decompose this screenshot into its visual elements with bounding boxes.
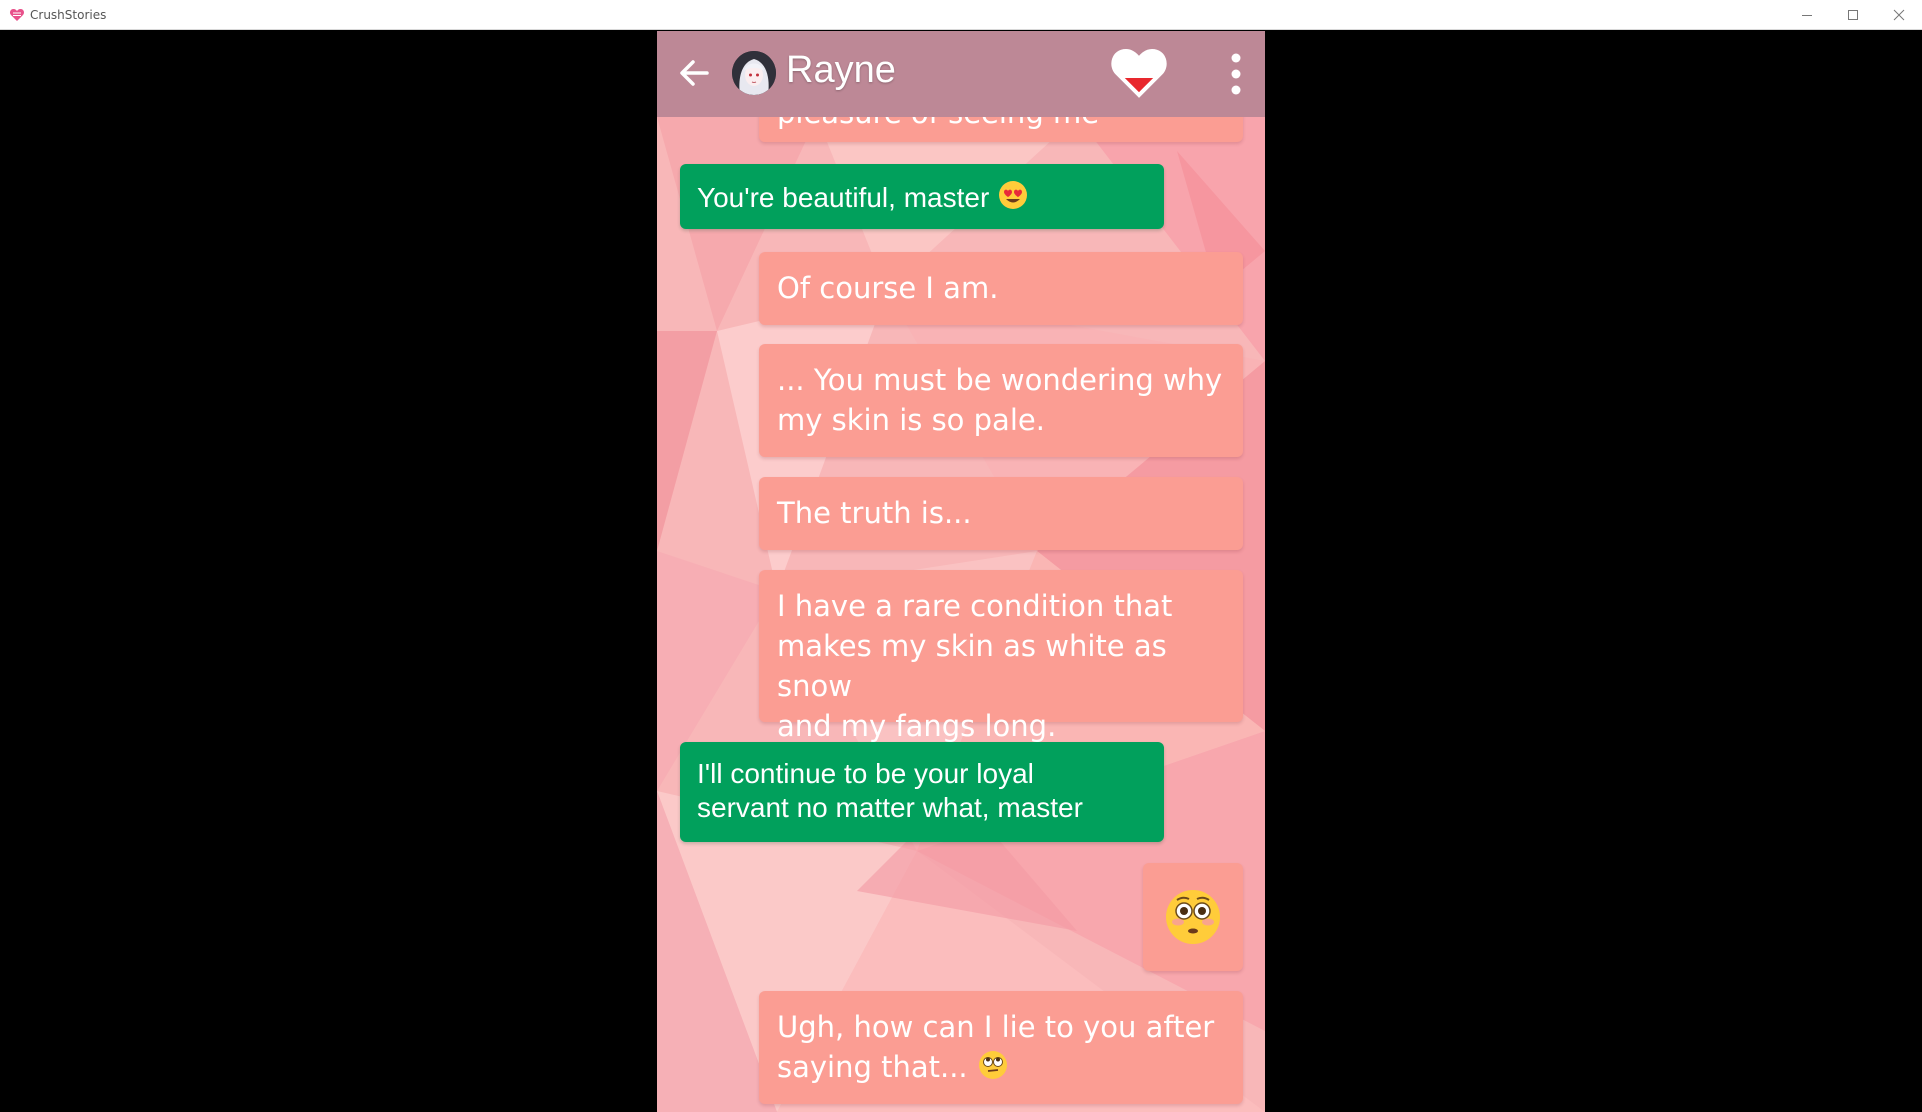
message-text: The truth is... [777,496,972,530]
message-line: and my fangs long. [777,709,1057,743]
my-message-bubble: You're beautiful, master [680,164,1164,229]
more-vertical-icon[interactable] [1222,51,1250,97]
their-message-bubble: Ugh, how can I lie to you after saying t… [759,991,1243,1104]
message-text: saying that... [777,1050,968,1084]
my-message-bubble: I'll continue to be your loyal servant n… [680,742,1164,842]
close-button[interactable] [1876,0,1922,29]
title-bar: CrushStories [0,0,1922,30]
heart-eyes-emoji [999,181,1028,209]
their-message-bubble: Of course I am. [759,252,1243,325]
their-message-bubble: I have a rare condition that makes my sk… [759,570,1243,743]
maximize-button[interactable] [1830,0,1876,29]
message-line: saying that... [777,1047,1225,1087]
message-line: servant no matter what, master [697,792,1083,823]
window-title: CrushStories [30,8,107,22]
message-line: ... You must be wondering why [777,363,1223,397]
their-message-bubble: ... You must be wondering why my skin is… [759,344,1243,457]
message-line: makes my skin as white as snow [777,629,1167,703]
avatar-portrait-icon [732,51,776,95]
message-text: You're beautiful, master [697,182,990,213]
flushed-face-emoji [1166,890,1220,944]
maximize-icon [1848,9,1858,20]
chat-screen: pleasure of seeing me You're beautiful, … [657,31,1265,1112]
their-message-bubble: The truth is... [759,477,1243,550]
message-line: I have a rare condition that [777,589,1173,623]
message-text: Of course I am. [777,271,999,305]
app-window: CrushStories You're beautiful, master Of… [0,0,1922,1112]
back-arrow-icon[interactable] [673,51,717,95]
minimize-button[interactable] [1784,0,1830,29]
app-heart-icon [9,9,25,21]
chat-header: Rayne [657,31,1265,117]
message-line: my skin is so pale. [777,403,1045,437]
avatar[interactable] [732,51,776,95]
emoji-message-bubble [1143,863,1243,971]
contact-name: Rayne [786,49,896,91]
minimize-icon [1802,14,1812,16]
message-line: Ugh, how can I lie to you after [777,1010,1215,1044]
message-line: I'll continue to be your loyal [697,758,1034,789]
heart-meter-icon[interactable] [1110,45,1168,101]
rolling-eyes-emoji [978,1051,1007,1079]
close-icon [1893,9,1905,20]
